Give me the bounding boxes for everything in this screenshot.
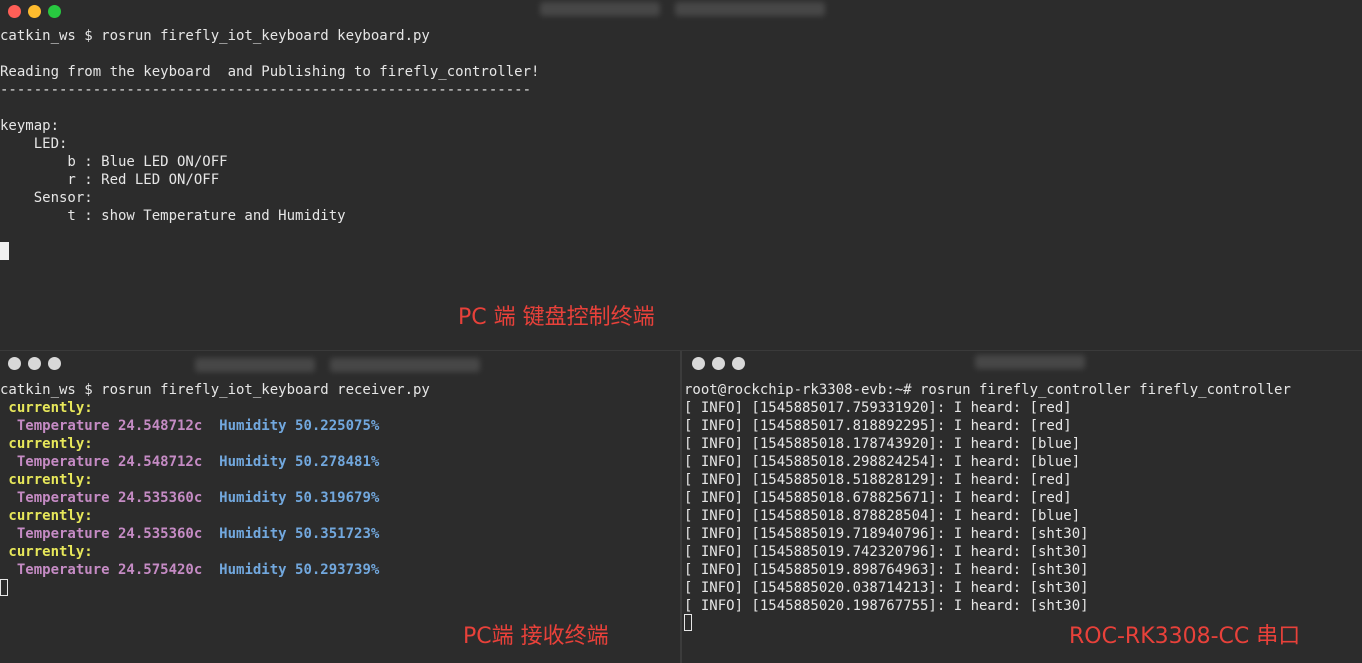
currently-label: currently:	[0, 400, 93, 416]
sensor-title: Sensor:	[0, 190, 93, 206]
temperature-value: Temperature 24.535360c	[0, 490, 203, 506]
redacted-title-2	[330, 358, 480, 372]
temperature-value: Temperature 24.548712c	[0, 454, 203, 470]
log-line: [ INFO] [1545885017.818892295]: I heard:…	[684, 418, 1072, 434]
humidity-value: Humidity 50.278481%	[219, 454, 380, 470]
receiver-terminal-caption: PC端 接收终端	[463, 624, 609, 649]
log-line: [ INFO] [1545885019.742320796]: I heard:…	[684, 544, 1089, 560]
separator-line: ----------------------------------------…	[0, 82, 532, 98]
reading-line: Temperature 24.535360c Humidity 50.35172…	[0, 525, 379, 543]
temperature-value: Temperature 24.575420c	[0, 562, 203, 578]
reading-line: Temperature 24.548712c Humidity 50.22507…	[0, 417, 379, 435]
temperature-value: Temperature 24.548712c	[0, 418, 203, 434]
serial-terminal-titlebar[interactable]	[682, 351, 1362, 377]
humidity-value: Humidity 50.319679%	[219, 490, 380, 506]
currently-label: currently:	[0, 472, 93, 488]
close-button[interactable]	[8, 5, 21, 18]
keyboard-terminal-window[interactable]: catkin_ws $ rosrun firefly_iot_keyboard …	[0, 0, 1362, 350]
key-r-description: r : Red LED ON/OFF	[0, 172, 220, 188]
currently-label: currently:	[0, 544, 93, 560]
maximize-button[interactable]	[732, 357, 745, 370]
maximize-button[interactable]	[48, 5, 61, 18]
redacted-title	[975, 355, 1085, 369]
redacted-title	[195, 358, 315, 372]
log-line: [ INFO] [1545885019.718940796]: I heard:…	[684, 526, 1089, 542]
humidity-value: Humidity 50.225075%	[219, 418, 380, 434]
currently-label: currently:	[0, 508, 93, 524]
log-line: [ INFO] [1545885017.759331920]: I heard:…	[684, 400, 1072, 416]
banner-text: Reading from the keyboard and Publishing…	[0, 64, 540, 80]
reading-line: Temperature 24.575420c Humidity 50.29373…	[0, 561, 379, 579]
reading-line: Temperature 24.548712c Humidity 50.27848…	[0, 453, 379, 471]
keyboard-terminal-titlebar[interactable]	[0, 0, 1362, 26]
reading-line: Temperature 24.535360c Humidity 50.31967…	[0, 489, 379, 507]
close-button[interactable]	[692, 357, 705, 370]
log-line: [ INFO] [1545885018.518828129]: I heard:…	[684, 472, 1072, 488]
log-line: [ INFO] [1545885020.198767755]: I heard:…	[684, 598, 1089, 614]
text-cursor	[684, 614, 692, 631]
serial-terminal-caption: ROC-RK3308-CC 串口	[1069, 624, 1301, 649]
key-t-description: t : show Temperature and Humidity	[0, 208, 346, 224]
log-line: [ INFO] [1545885018.298824254]: I heard:…	[684, 454, 1081, 470]
text-cursor	[0, 579, 8, 596]
keymap-title: keymap:	[0, 118, 60, 134]
command-line: catkin_ws $ rosrun firefly_iot_keyboard …	[0, 28, 430, 44]
redacted-title	[540, 2, 660, 16]
log-line: [ INFO] [1545885018.678825671]: I heard:…	[684, 490, 1072, 506]
command-line: catkin_ws $ rosrun firefly_iot_keyboard …	[0, 382, 430, 398]
receiver-terminal-titlebar[interactable]	[0, 351, 680, 377]
serial-terminal-window[interactable]: root@rockchip-rk3308-evb:~# rosrun firef…	[682, 351, 1362, 663]
minimize-button[interactable]	[712, 357, 725, 370]
log-line: [ INFO] [1545885018.878828504]: I heard:…	[684, 508, 1081, 524]
humidity-value: Humidity 50.293739%	[219, 562, 380, 578]
command-line: root@rockchip-rk3308-evb:~# rosrun firef…	[684, 382, 1291, 398]
log-line: [ INFO] [1545885019.898764963]: I heard:…	[684, 562, 1089, 578]
maximize-button[interactable]	[48, 357, 61, 370]
keyboard-terminal-caption: PC 端 键盘控制终端	[458, 305, 655, 330]
temperature-value: Temperature 24.535360c	[0, 526, 203, 542]
humidity-value: Humidity 50.351723%	[219, 526, 380, 542]
led-title: LED:	[0, 136, 68, 152]
minimize-button[interactable]	[28, 5, 41, 18]
log-line: [ INFO] [1545885018.178743920]: I heard:…	[684, 436, 1081, 452]
log-line: [ INFO] [1545885020.038714213]: I heard:…	[684, 580, 1089, 596]
currently-label: currently:	[0, 436, 93, 452]
redacted-title-2	[675, 2, 825, 16]
minimize-button[interactable]	[28, 357, 41, 370]
text-cursor	[0, 242, 9, 260]
key-b-description: b : Blue LED ON/OFF	[0, 154, 228, 170]
receiver-terminal-window[interactable]: catkin_ws $ rosrun firefly_iot_keyboard …	[0, 351, 680, 663]
close-button[interactable]	[8, 357, 21, 370]
